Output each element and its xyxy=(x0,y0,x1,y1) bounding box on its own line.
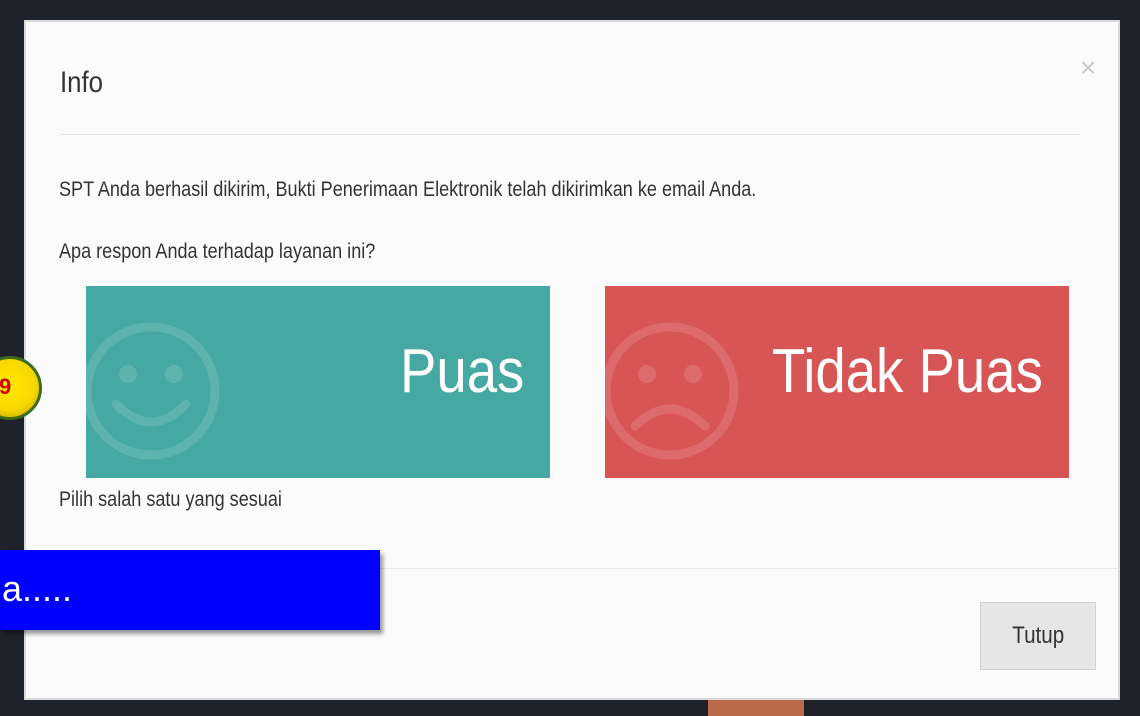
step-number: 9 xyxy=(0,374,12,399)
close-button-label: Tutup xyxy=(1011,622,1065,649)
caption-text: a..... xyxy=(2,568,73,609)
close-button[interactable]: Tutup xyxy=(980,602,1096,670)
satisfied-button[interactable]: Puas xyxy=(86,286,550,478)
selection-hint: Pilih salah satu yang sesuai xyxy=(59,488,282,511)
success-message: SPT Anda berhasil dikirim, Bukti Penerim… xyxy=(59,178,757,201)
modal-header: Info × xyxy=(26,22,1118,138)
caption-bar: a..... xyxy=(0,550,380,630)
close-icon[interactable]: × xyxy=(1076,54,1100,82)
backdrop-element xyxy=(708,700,804,716)
header-divider xyxy=(60,134,1080,135)
modal-title: Info xyxy=(60,66,104,99)
feedback-question: Apa respon Anda terhadap layanan ini? xyxy=(59,240,376,263)
unsatisfied-button[interactable]: Tidak Puas xyxy=(605,286,1069,478)
unsatisfied-label: Tidak Puas xyxy=(772,337,1043,406)
frown-face-icon xyxy=(605,322,739,460)
smile-face-icon xyxy=(86,322,220,460)
satisfied-label: Puas xyxy=(399,337,524,406)
